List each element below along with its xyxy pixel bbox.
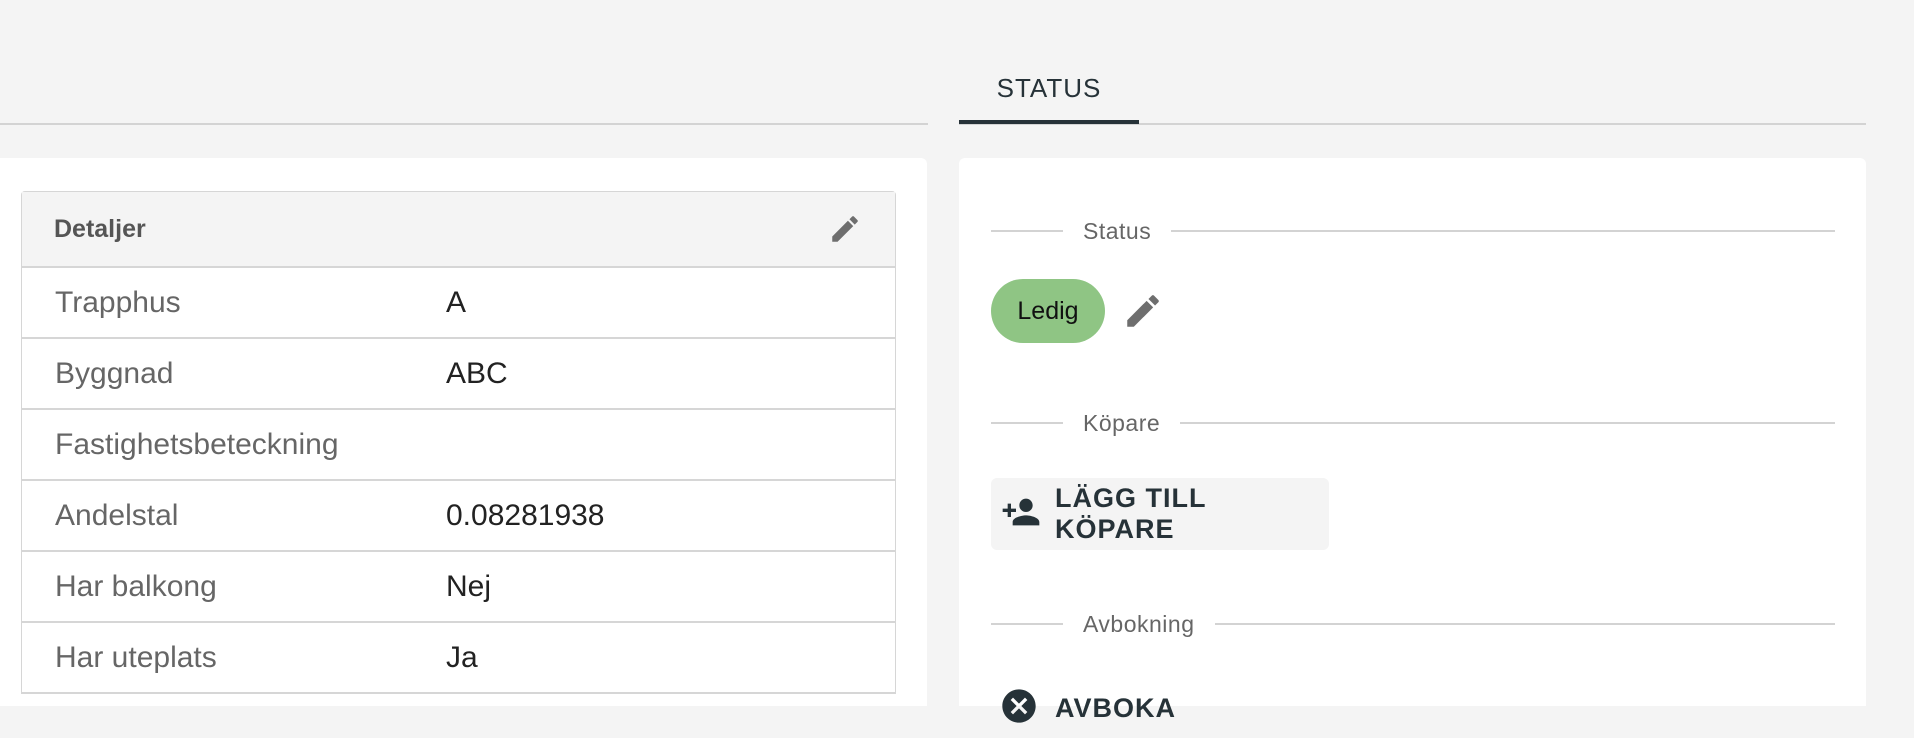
row-label: Trapphus bbox=[55, 285, 181, 319]
details-panel: Detaljer Trapphus A Byggnad ABC Fastighe… bbox=[0, 158, 927, 706]
table-row: Byggnad ABC bbox=[22, 339, 895, 410]
divider-line bbox=[1171, 230, 1835, 232]
row-value: A bbox=[446, 285, 467, 319]
divider-line bbox=[991, 422, 1063, 424]
buyer-section-label: Köpare bbox=[1083, 409, 1161, 436]
edit-details-pencil-icon[interactable] bbox=[827, 211, 863, 247]
status-chip[interactable]: Ledig bbox=[991, 279, 1105, 343]
details-title: Detaljer bbox=[54, 214, 146, 243]
active-tab-indicator bbox=[959, 120, 1139, 124]
cancel-booking-button[interactable]: AVBOKA bbox=[991, 678, 1251, 738]
divider-line bbox=[1214, 623, 1835, 625]
buyer-section-divider: Köpare bbox=[991, 408, 1835, 438]
table-row: Andelstal 0.08281938 bbox=[22, 481, 895, 552]
divider-line bbox=[1180, 422, 1835, 424]
status-panel: Status Ledig Köpare LÄGG TILL KÖPARE Avb… bbox=[959, 158, 1866, 723]
details-table: Detaljer Trapphus A Byggnad ABC Fastighe… bbox=[21, 191, 896, 694]
cancellation-section-divider: Avbokning bbox=[991, 609, 1835, 639]
table-row: Fastighetsbeteckning bbox=[22, 410, 895, 481]
person-add-icon bbox=[1001, 492, 1041, 537]
add-buyer-button[interactable]: LÄGG TILL KÖPARE bbox=[991, 478, 1329, 550]
row-label: Byggnad bbox=[55, 356, 174, 390]
row-label: Har uteplats bbox=[55, 640, 217, 674]
status-section-divider: Status bbox=[991, 216, 1835, 246]
table-row: Trapphus A bbox=[22, 268, 895, 339]
status-section-label: Status bbox=[1083, 217, 1152, 244]
row-value: Nej bbox=[446, 569, 492, 603]
tab-status[interactable]: STATUS bbox=[959, 52, 1139, 124]
row-label: Andelstal bbox=[55, 498, 179, 532]
add-buyer-label: LÄGG TILL KÖPARE bbox=[1055, 483, 1206, 544]
divider-line bbox=[991, 623, 1063, 625]
row-label: Har balkong bbox=[55, 569, 217, 603]
cancellation-section-label: Avbokning bbox=[1083, 610, 1195, 637]
tab-bar-divider-left bbox=[0, 123, 928, 125]
details-header: Detaljer bbox=[22, 192, 895, 268]
table-row: Har uteplats Ja bbox=[22, 623, 895, 694]
edit-status-pencil-icon[interactable] bbox=[1120, 288, 1166, 334]
cancel-circle-icon bbox=[999, 686, 1039, 731]
divider-line bbox=[991, 230, 1063, 232]
row-label: Fastighetsbeteckning bbox=[55, 427, 339, 461]
row-value: Ja bbox=[446, 640, 478, 674]
cancel-booking-label: AVBOKA bbox=[1055, 692, 1177, 723]
row-value: 0.08281938 bbox=[446, 498, 605, 532]
row-value: ABC bbox=[446, 356, 508, 390]
table-row: Har balkong Nej bbox=[22, 552, 895, 623]
